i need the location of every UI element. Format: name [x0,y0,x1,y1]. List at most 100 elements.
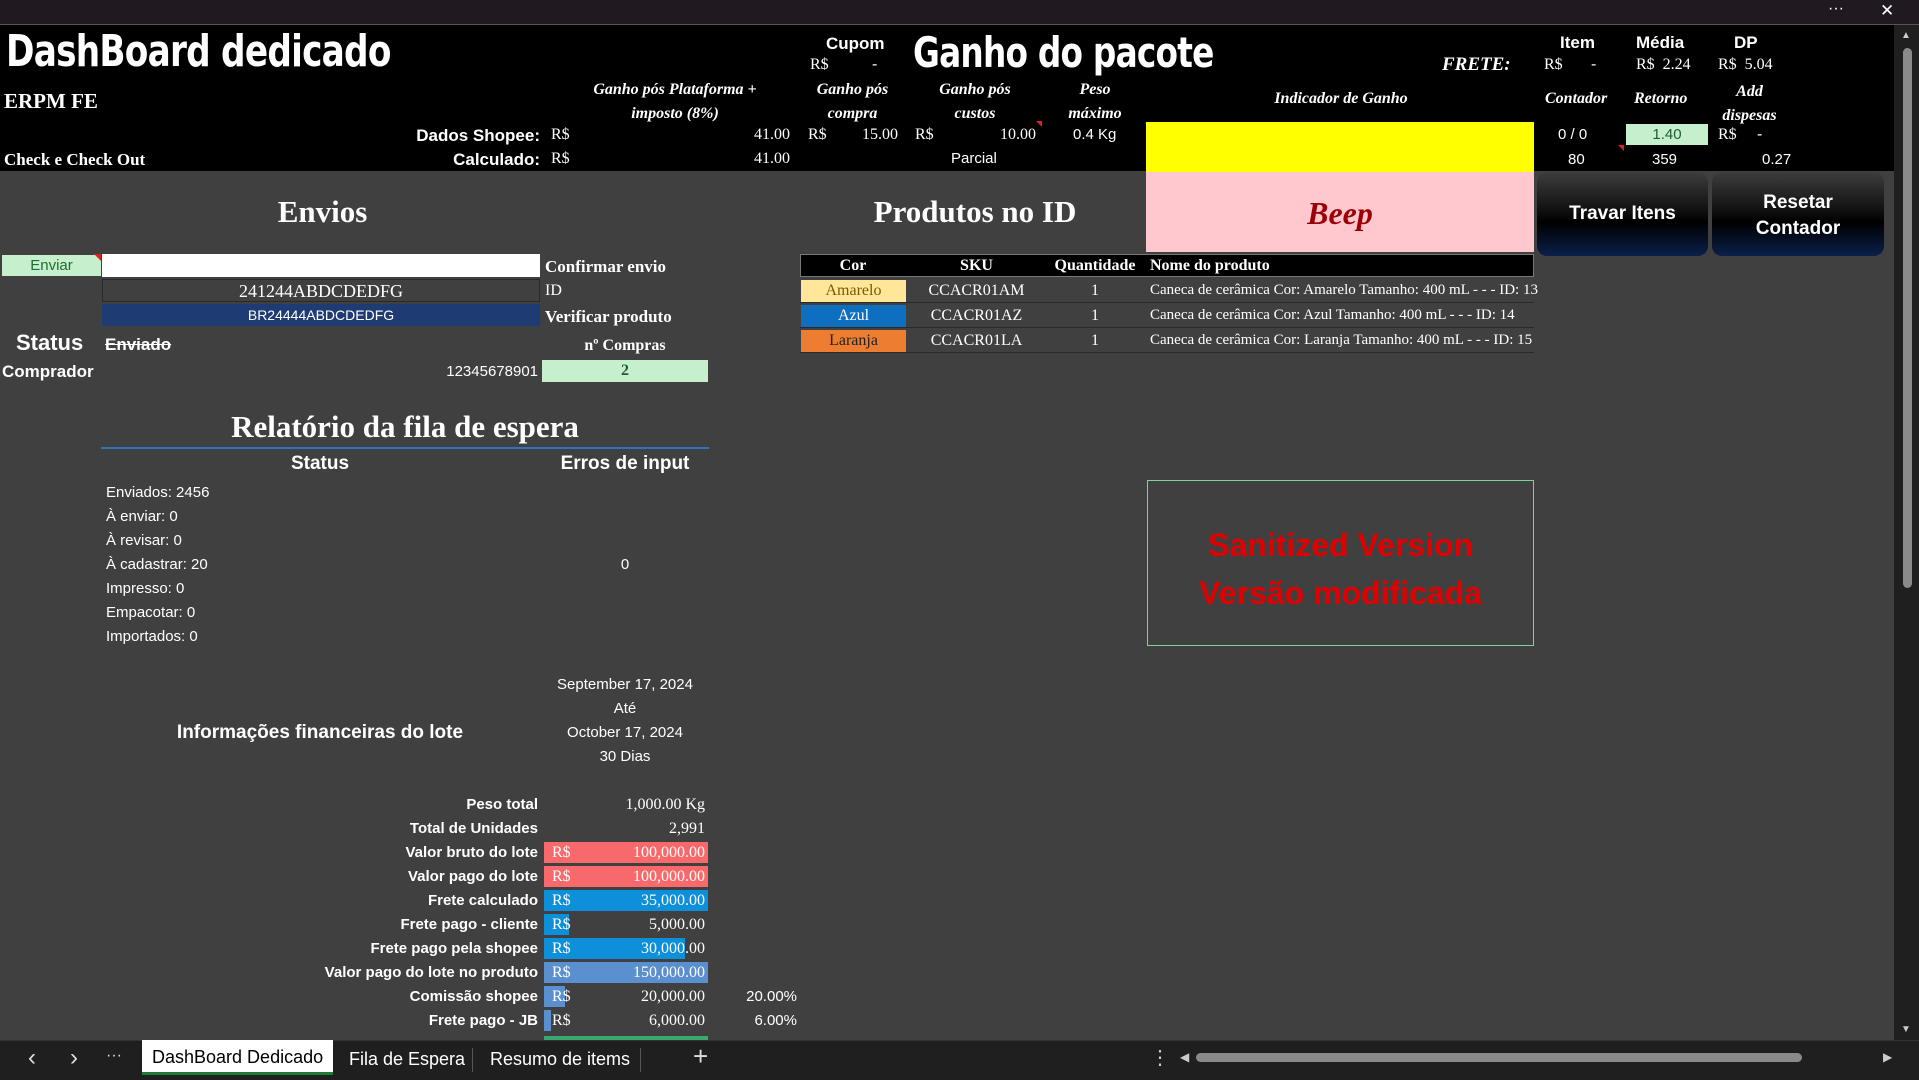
add-sheet-icon[interactable]: + [693,1041,708,1072]
product-code-field[interactable]: BR24444ABDCDEDFG [102,304,540,326]
horizontal-scroll-thumb[interactable] [1196,1053,1802,1062]
ganho-plataforma-line2: imposto (8%) [631,105,719,122]
nome-produto-cell: Caneca de cerâmica Cor: Laranja Tamanho:… [1150,332,1533,348]
dados-value: 41.00 [754,126,790,143]
compras-label: nº Compras [584,337,666,354]
ganho-plataforma-header: Ganho pós Plataforma + imposto (8%) [565,78,785,126]
tab-prev-icon[interactable]: ‹ [28,1044,36,1072]
id-value[interactable]: 241244ABDCDEDFG [102,279,540,302]
compras-value: 2 [542,360,708,382]
hscroll-right-icon[interactable]: ▶ [1883,1050,1892,1064]
add-total: 0.27 [1762,151,1792,168]
vertical-scroll-thumb[interactable] [1903,48,1912,588]
date-to: October 17, 2024 [567,724,683,741]
financeiro-title: Informações financeiras do lote [176,722,464,743]
cupom-header: Cupom [826,34,885,53]
financeiro-label: Comissão shopee [409,988,538,1005]
item-header: Item [1560,33,1595,52]
date-from: September 17, 2024 [557,676,693,693]
tab-resumo-de-items[interactable]: Resumo de items [480,1044,640,1074]
tab-divider [472,1048,473,1072]
envio-input[interactable] [102,254,540,277]
contador-total: 80 [1568,151,1585,168]
ganho-custos-line2: custos [954,105,996,122]
status-column-header: Status [290,453,350,474]
relatorio-item: Impresso: 0 [106,580,185,597]
calculado-value: 41.00 [754,150,790,167]
retorno-total: 359 [1652,151,1678,168]
relatorio-item: À cadastrar: 20 [106,556,208,573]
calculado-label: Calculado: [453,150,540,169]
relatorio-item: Importados: 0 [106,628,198,645]
travar-itens-button[interactable]: Travar Itens [1537,172,1708,256]
confirmar-envio-label: Confirmar envio [545,257,667,276]
financeiro-label: Frete pago pela shopee [370,940,538,957]
produtos-title: Produtos no ID [873,194,1077,229]
financeiro-value: 35,000.00 [641,892,705,909]
financeiro-value: 5,000.00 [649,916,705,933]
relatorio-item: Enviados: 2456 [106,484,210,501]
erros-column-header: Erros de input [560,453,690,474]
add-dispesas-header: Add dispesas [1712,80,1787,128]
dados-shopee-label: Dados Shopee: [416,126,540,145]
financeiro-percent: 20.00% [746,988,797,1005]
financeiro-label: Frete calculado [427,892,538,909]
tab-divider [640,1048,641,1072]
tab-fila-de-espera[interactable]: Fila de Espera [339,1044,475,1074]
financeiro-label: Valor bruto do lote [405,844,538,861]
ganho-custos-header: Ganho pós custos [920,78,1030,126]
financeiro-value: 6,000.00 [649,1012,705,1029]
ganho-pacote-title: Ganho do pacote [913,28,1214,77]
sku-cell: CCACR01AZ [930,307,1023,324]
dashboard-title: DashBoard dedicado [6,26,391,77]
ganho-compra-header: Ganho pós compra [800,78,905,126]
peso-line1: Peso [1079,81,1111,98]
cor-cell: Azul [801,305,906,327]
calculado-currency: R$ [551,150,570,167]
cupom-currency: R$ [810,56,829,73]
financeiro-percent: 6.00% [754,1012,797,1029]
media-value: R$ 2.24 [1636,56,1691,73]
financeiro-currency: R$ [552,844,571,861]
tab-options-icon[interactable]: ⋮ [1150,1045,1170,1070]
financeiro-currency: R$ [552,868,571,885]
comment-marker-icon [94,254,101,261]
ganho-compra-line1: Ganho pós [816,81,889,98]
comment-marker-icon [1618,145,1624,151]
indicador-ganho-fill [1146,122,1534,172]
more-options-icon[interactable]: ··· [1828,0,1844,18]
financeiro-label: Valor pago do lote no produto [324,964,538,981]
custos-currency: R$ [915,126,934,143]
retorno-value: 1.40 [1626,124,1708,145]
close-icon[interactable]: ✕ [1880,1,1894,21]
peso-value: 0.4 Kg [1073,126,1117,143]
sku-cell: CCACR01AM [928,282,1025,299]
financeiro-value: 1,000.00 Kg [625,796,705,813]
column-header-cor: Cor [839,257,867,274]
media-header: Média [1636,33,1685,52]
tab-more-icon[interactable]: ··· [106,1047,122,1065]
compra-value: 15.00 [862,126,898,143]
relatorio-title: Relatório da fila de espera [231,409,579,444]
status-value: Enviado [105,335,172,354]
indicador-ganho-header: Indicador de Ganho [1274,90,1408,107]
scroll-up-icon[interactable]: ▲ [1901,30,1911,41]
resetar-line2: Contador [1755,218,1841,239]
financeiro-label: Frete pago - cliente [400,916,538,933]
hscroll-left-icon[interactable]: ◀ [1180,1050,1189,1064]
enviar-button[interactable]: Enviar [2,255,101,276]
dias-count: 30 Dias [599,748,651,765]
quantidade-cell: 1 [1091,282,1099,299]
resetar-contador-button[interactable]: Resetar Contador [1712,172,1884,256]
financeiro-data-bar [544,1010,551,1031]
erros-value: 0 [620,556,630,573]
financeiro-value: 30,000.00 [641,940,705,957]
financeiro-value: 100,000.00 [633,844,705,861]
beep-indicator: Beep [1146,172,1534,252]
relatorio-underline [101,447,709,449]
financeiro-value: 2,991 [669,820,705,837]
scroll-down-icon[interactable]: ▼ [1901,1024,1911,1035]
date-ate: Até [613,700,637,717]
tab-next-icon[interactable]: › [70,1044,78,1072]
tab-dashboard-dedicado[interactable]: DashBoard Dedicado [142,1040,334,1075]
